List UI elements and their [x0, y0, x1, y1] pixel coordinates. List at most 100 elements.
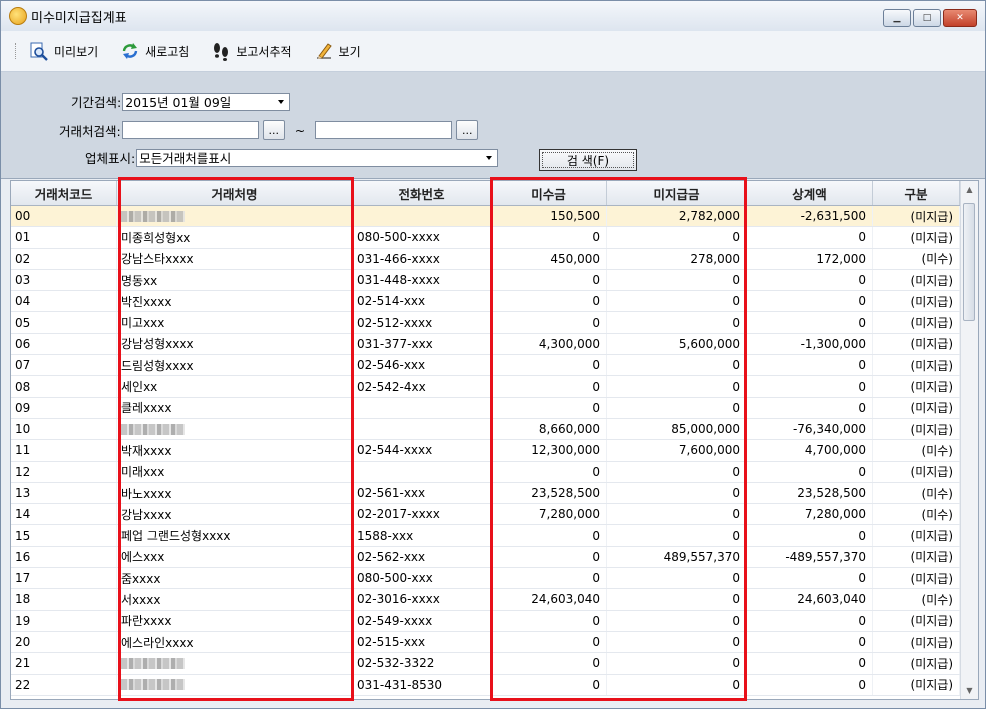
col-header-code[interactable]: 거래처코드: [11, 181, 117, 205]
cell-type: (미지급): [873, 312, 960, 333]
cell-net: 23,528,500: [747, 482, 873, 504]
search-button[interactable]: 검 색(F): [539, 149, 637, 171]
cell-payable: 85,000,000: [607, 418, 747, 440]
table-row[interactable]: 04 박진xxxx 02-514-xxx 0 0 0 (미지급): [11, 291, 960, 313]
table-row[interactable]: 21 02-532-3322 0 0 0 (미지급): [11, 653, 960, 675]
col-header-phone[interactable]: 전화번호: [353, 181, 491, 205]
cell-receivable: 0: [491, 461, 607, 482]
cell-type: (미지급): [873, 206, 960, 227]
cell-receivable: 0: [491, 631, 607, 653]
data-grid: 거래처코드 거래처명 전화번호 미수금 미지급금 상계액 구분 00 150,50…: [10, 180, 979, 700]
table-row[interactable]: 10 8,660,000 85,000,000 -76,340,000 (미지급): [11, 418, 960, 441]
view-button[interactable]: 보기: [314, 41, 361, 61]
cell-phone: 02-544-xxxx: [353, 440, 491, 461]
table-row[interactable]: 19 파란xxxx 02-549-xxxx 0 0 0 (미지급): [11, 610, 960, 632]
cell-phone: 02-512-xxxx: [353, 312, 491, 333]
table-row[interactable]: 05 미고xxx 02-512-xxxx 0 0 0 (미지급): [11, 312, 960, 334]
period-label: 기간검색:: [71, 95, 122, 110]
cell-net: 0: [747, 568, 873, 589]
table-row[interactable]: 09 클레xxxx 0 0 0 (미지급): [11, 397, 960, 419]
table-row[interactable]: 00 150,500 2,782,000 -2,631,500 (미지급): [11, 206, 960, 228]
period-value: 2015년 01월 09일: [125, 95, 232, 110]
cell-code: 17: [11, 568, 117, 589]
table-row[interactable]: 18 서xxxx 02-3016-xxxx 24,603,040 0 24,603,040…: [11, 589, 960, 611]
cell-name: 드림성형xxxx: [117, 355, 353, 376]
col-header-name[interactable]: 거래처명: [117, 181, 353, 205]
table-row[interactable]: 13 바노xxxx 02-561-xxx 23,528,500 0 23,528,500(…: [11, 482, 960, 505]
table-row[interactable]: 08 세인xx 02-542-4xx 0 0 0 (미지급): [11, 376, 960, 398]
col-header-payable[interactable]: 미지급금: [607, 181, 747, 205]
col-header-net[interactable]: 상계액: [747, 181, 873, 205]
preview-button[interactable]: 미리보기: [29, 41, 98, 61]
cell-code: 20: [11, 631, 117, 653]
cell-type: (미수): [873, 440, 960, 461]
cell-phone: [353, 461, 491, 482]
table-row[interactable]: 02 강남스타xxxx 031-466-xxxx 450,000 278,000 172,…: [11, 248, 960, 270]
cell-payable: 0: [607, 589, 747, 610]
redacted-name: [121, 423, 185, 435]
scroll-up-icon[interactable]: ▲: [961, 181, 978, 198]
cell-phone: 080-500-xxxx: [353, 227, 491, 248]
table-row[interactable]: 14 강남xxxx 02-2017-xxxx 7,280,000 0 7,280,000(…: [11, 504, 960, 526]
period-select[interactable]: 2015년 01월 09일: [122, 92, 291, 111]
cell-phone: [353, 397, 491, 418]
cell-phone: 02-546-xxx: [353, 355, 491, 376]
vendor-to-browse-button[interactable]: ...: [456, 120, 479, 140]
cell-receivable: 24,603,040: [491, 589, 607, 610]
cell-receivable: 23,528,500: [491, 482, 607, 504]
table-row[interactable]: 17 줌xxxx 080-500-xxx 0 0 0 (미지급): [11, 568, 960, 590]
refresh-label: 새로고침: [145, 44, 190, 59]
cell-code: 06: [11, 333, 117, 355]
close-button[interactable]: ✕: [943, 9, 977, 27]
vertical-scrollbar[interactable]: ▲ ▼: [960, 181, 978, 699]
table-row[interactable]: 22 031-431-8530 0 0 0 (미지급): [11, 674, 960, 696]
table-row[interactable]: 07 드림성형xxxx 02-546-xxx 0 0 0 (미지급): [11, 355, 960, 377]
table-row[interactable]: 12 미래xxx 0 0 0 (미지급): [11, 461, 960, 483]
cell-code: 22: [11, 674, 117, 695]
scroll-thumb[interactable]: [963, 203, 975, 321]
cell-net: -1,300,000: [747, 333, 873, 355]
cell-type: (미지급): [873, 631, 960, 653]
cell-payable: 489,557,370: [607, 546, 747, 568]
col-header-receivable[interactable]: 미수금: [491, 181, 607, 205]
display-select[interactable]: 모든거래처를표시: [136, 148, 499, 167]
cell-name: 에스xxx: [117, 546, 353, 568]
minimize-button[interactable]: ▁: [883, 9, 911, 27]
cell-type: (미지급): [873, 333, 960, 355]
table-row[interactable]: 03 명동xx 031-448-xxxx 0 0 0 (미지급): [11, 269, 960, 292]
cell-phone: 031-448-xxxx: [353, 269, 491, 291]
cell-type: (미수): [873, 248, 960, 269]
table-row[interactable]: 20 에스라인xxxx 02-515-xxx 0 0 0 (미지급): [11, 631, 960, 654]
display-label: 업체표시:: [85, 151, 136, 166]
cell-phone: 080-500-xxx: [353, 568, 491, 589]
report-window: 미수미지급집계표 ▁ □ ✕ 미리보기 새로고침 보고서추적 보기 기간검색:: [0, 0, 986, 709]
cell-net: 0: [747, 312, 873, 333]
table-row[interactable]: 11 박재xxxx 02-544-xxxx 12,300,000 7,600,000 4,…: [11, 440, 960, 462]
cell-name: 박재xxxx: [117, 440, 353, 461]
vendor-from-browse-button[interactable]: ...: [262, 120, 285, 140]
cell-code: 07: [11, 355, 117, 376]
cell-net: -489,557,370: [747, 546, 873, 568]
cell-payable: 2,782,000: [607, 206, 747, 227]
cell-code: 09: [11, 397, 117, 418]
scroll-down-icon[interactable]: ▼: [961, 682, 978, 699]
cell-type: (미수): [873, 589, 960, 610]
trace-button[interactable]: 보고서추적: [211, 41, 292, 61]
vendor-from-input[interactable]: [121, 121, 259, 139]
footprints-icon: [214, 43, 229, 61]
cell-code: 15: [11, 525, 117, 546]
maximize-button[interactable]: □: [913, 9, 941, 27]
vendor-to-input[interactable]: [315, 121, 453, 139]
cell-name: 명동xx: [117, 269, 353, 291]
cell-receivable: 0: [491, 568, 607, 589]
table-row[interactable]: 16 에스xxx 02-562-xxx 0 489,557,370 -489,557,37…: [11, 546, 960, 569]
table-row[interactable]: 06 강남성형xxxx 031-377-xxx 4,300,000 5,600,000-…: [11, 333, 960, 356]
table-row[interactable]: 15 페업 그랜드성형xxxx 1588-xxx 0 0 0 (미지급): [11, 525, 960, 547]
cell-payable: 0: [607, 610, 747, 631]
refresh-button[interactable]: 새로고침: [120, 41, 189, 61]
table-row[interactable]: 01 미종희성형xx 080-500-xxxx 0 0 0 (미지급): [11, 227, 960, 249]
cell-payable: 0: [607, 674, 747, 695]
cell-phone: 02-3016-xxxx: [353, 589, 491, 610]
cell-name: [117, 206, 353, 227]
col-header-type[interactable]: 구분: [873, 181, 960, 205]
